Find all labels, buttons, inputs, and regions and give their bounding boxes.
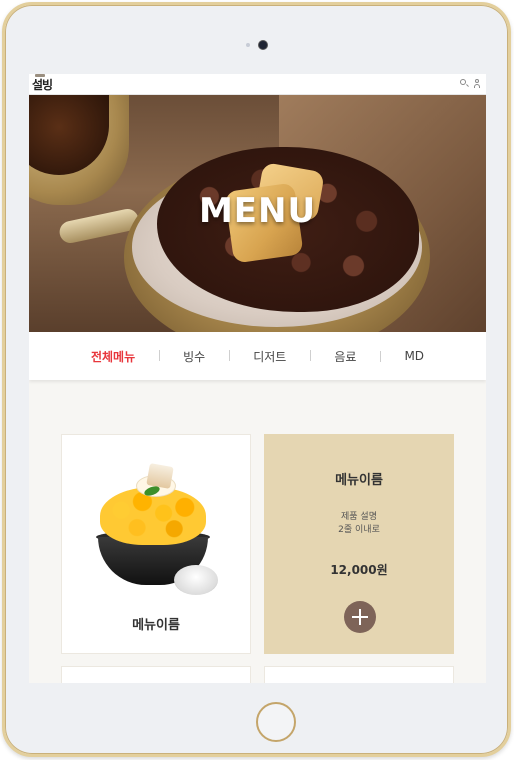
menu-item-image	[96, 463, 218, 595]
tab-bingsu[interactable]: 빙수	[159, 348, 229, 365]
menu-item-card-next[interactable]	[61, 666, 251, 683]
tab-all-menu[interactable]: 전체메뉴	[67, 348, 159, 365]
menu-item-card[interactable]: 메뉴이름	[61, 434, 251, 654]
search-icon[interactable]	[460, 79, 468, 88]
menu-detail-name: 메뉴이름	[335, 473, 383, 488]
site-header: 설빙	[29, 74, 486, 95]
category-nav: 전체메뉴 빙수 디저트 음료 MD	[29, 332, 486, 380]
plus-icon[interactable]	[344, 601, 376, 633]
tab-dessert[interactable]: 디저트	[229, 348, 310, 365]
hero-banner: MENU	[29, 95, 486, 332]
description-line-1: 제품 설명	[341, 512, 377, 522]
menu-detail-card[interactable]: 메뉴이름 제품 설명 2줄 이내로 12,000원	[264, 434, 454, 654]
screen: 설빙 MENU 전체메뉴 빙수 디저트 음료 MD 메뉴이름 메뉴이름 제품 설…	[29, 74, 486, 683]
menu-detail-description: 제품 설명 2줄 이내로	[265, 511, 453, 537]
device-sensor	[246, 43, 250, 47]
tab-md[interactable]: MD	[380, 349, 448, 363]
description-line-2: 2줄 이내로	[338, 525, 380, 535]
menu-item-name: 메뉴이름	[132, 618, 180, 633]
user-icon[interactable]	[473, 79, 481, 88]
device-home-button[interactable]	[256, 702, 296, 742]
device-camera	[258, 40, 268, 50]
hero-title: MENU	[198, 191, 317, 231]
header-icons	[460, 79, 481, 88]
menu-detail-price: 12,000원	[330, 563, 388, 577]
menu-item-card-next[interactable]	[264, 666, 454, 683]
logo[interactable]: 설빙	[32, 76, 53, 93]
tab-drinks[interactable]: 음료	[310, 348, 380, 365]
